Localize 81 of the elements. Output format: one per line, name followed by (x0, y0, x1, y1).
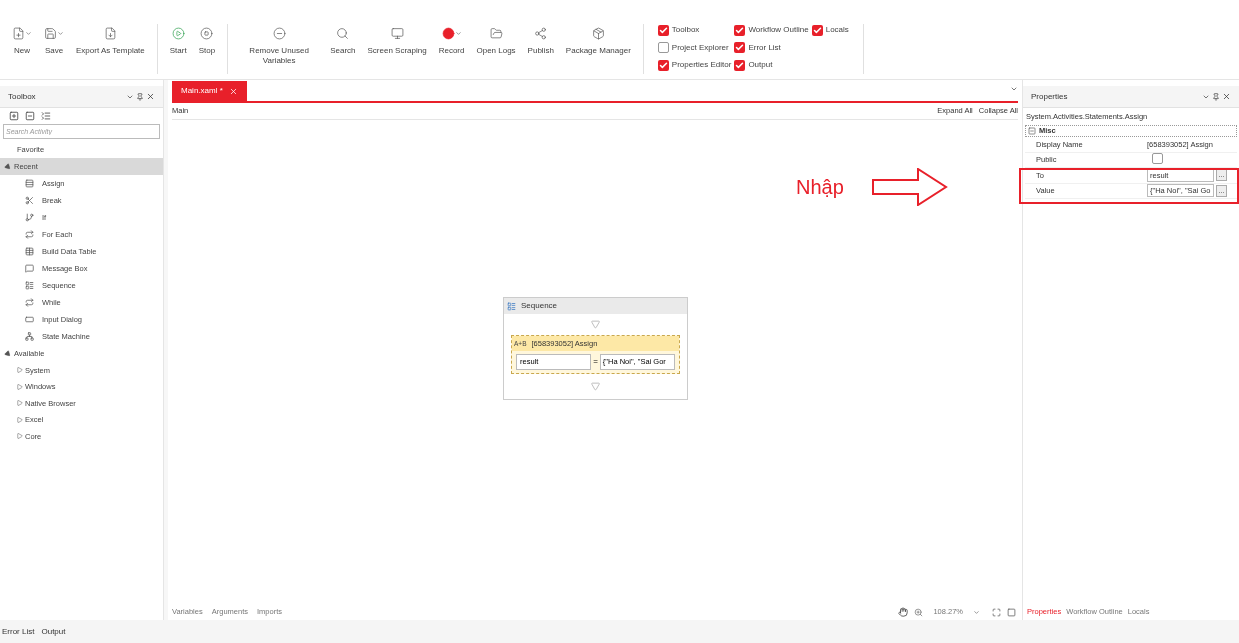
break-icon (25, 196, 34, 205)
annotation-text: Nhập (796, 175, 844, 200)
table-icon (25, 247, 34, 256)
folder-icon (489, 26, 503, 40)
list-icon[interactable] (41, 111, 51, 121)
checkbox-label: Locals (825, 24, 849, 36)
loop-icon (25, 298, 34, 307)
package-icon (591, 26, 605, 40)
checkbox-label: Properties Editor (671, 59, 732, 72)
loop-icon (25, 230, 34, 239)
checkbox-label: Workflow Outline (748, 24, 809, 36)
close-icon[interactable] (228, 86, 238, 96)
dialog-icon (25, 315, 34, 324)
panel-title: Toolbox (8, 90, 36, 103)
drop-target-icon (591, 320, 600, 329)
arrow-icon (871, 168, 948, 206)
checkbox[interactable] (657, 24, 669, 36)
new-file-icon (12, 26, 25, 40)
toolbar-button[interactable]: Package Manager (559, 24, 637, 74)
play-icon (171, 26, 185, 40)
toolbar-button[interactable]: Save (38, 24, 70, 74)
minus-circle-icon (272, 26, 286, 40)
checkbox-label: Project Explorer (671, 41, 729, 54)
template-icon (103, 26, 117, 40)
toolbar-button[interactable]: Screen Scraping (361, 24, 433, 74)
close-icon[interactable] (1222, 92, 1231, 101)
branch-icon (25, 213, 34, 222)
toolbar-button[interactable]: Export As Template (70, 24, 151, 74)
sequence-icon (507, 301, 516, 311)
checkbox-label: Output (748, 59, 773, 72)
search-icon (336, 26, 350, 40)
stop-icon (200, 26, 214, 40)
expand-all-icon[interactable] (9, 111, 19, 121)
caret-icon (57, 29, 64, 37)
save-icon (44, 26, 57, 40)
checkbox[interactable] (734, 24, 746, 36)
drop-target-icon (591, 382, 600, 391)
zoom-icon[interactable] (914, 607, 924, 617)
toolbar-button[interactable]: Remove Unused Variables (234, 24, 325, 74)
state-machine-icon (25, 332, 34, 341)
toolbar-button[interactable]: New (6, 24, 38, 74)
sequence-icon (25, 281, 34, 290)
message-icon (25, 264, 34, 273)
toolbar-button[interactable]: Start (163, 24, 193, 74)
hand-icon[interactable] (898, 607, 909, 617)
assign-icon (25, 179, 34, 188)
collapse-icon[interactable] (1028, 127, 1036, 135)
toolbar-button[interactable]: Record (432, 24, 471, 74)
toolbar-button[interactable]: Stop (192, 24, 222, 74)
close-icon[interactable] (146, 92, 155, 101)
record-icon (441, 26, 455, 40)
monitor-icon (390, 26, 404, 40)
checkbox[interactable] (734, 42, 746, 54)
checkbox[interactable] (1152, 152, 1163, 164)
toolbar-button[interactable]: Search (324, 24, 362, 74)
checkbox[interactable] (734, 59, 746, 71)
fit-icon[interactable] (992, 607, 1001, 617)
checkbox-label: Toolbox (671, 24, 700, 36)
activity-title: Sequence (521, 300, 558, 312)
toolbar-button[interactable]: Publish (521, 24, 560, 74)
dropdown-icon[interactable] (1010, 85, 1018, 93)
bottom-tab[interactable]: Output (41, 625, 66, 638)
share-icon (534, 26, 548, 40)
expander-icon[interactable] (3, 162, 13, 171)
document-tab[interactable]: Main.xaml * (172, 81, 247, 101)
checkbox[interactable] (657, 59, 669, 71)
pin-icon[interactable] (136, 92, 144, 101)
toolbar-button[interactable]: Open Logs (470, 24, 522, 74)
pin-icon[interactable] (1212, 92, 1220, 101)
collapse-all-icon[interactable] (25, 111, 35, 121)
checkbox[interactable] (811, 24, 823, 36)
bottom-tab[interactable]: Error List (2, 625, 35, 638)
checkbox[interactable] (657, 42, 669, 54)
caret-icon[interactable] (973, 608, 980, 616)
checkbox-label: Error List (748, 41, 781, 54)
expander-icon[interactable] (3, 349, 13, 358)
panel-title: Properties (1031, 90, 1068, 103)
caret-icon (454, 29, 462, 37)
equals-sign: = (593, 356, 598, 368)
overview-icon[interactable] (1007, 607, 1016, 617)
caret-icon (25, 29, 32, 37)
